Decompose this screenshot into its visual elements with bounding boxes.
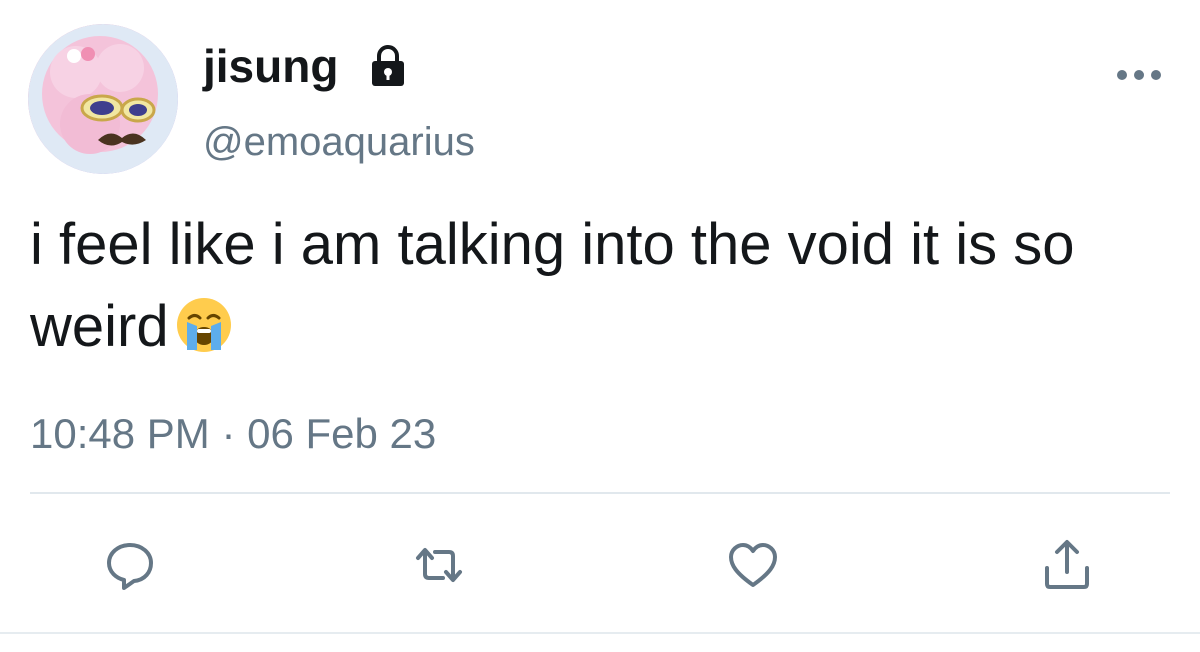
divider bbox=[30, 492, 1170, 494]
retweet-button[interactable] bbox=[412, 538, 466, 592]
tweet-timestamp[interactable]: 10:48 PM · 06 Feb 23 bbox=[30, 408, 436, 460]
share-button[interactable] bbox=[1040, 538, 1094, 592]
tweet-text: i feel like i am talking into the void i… bbox=[30, 204, 1160, 368]
share-icon bbox=[1045, 540, 1089, 589]
avatar[interactable] bbox=[28, 24, 178, 174]
more-icon[interactable] bbox=[1116, 68, 1162, 82]
loudly-crying-face-emoji bbox=[175, 296, 233, 354]
heart-icon bbox=[729, 543, 777, 587]
lock-icon bbox=[372, 45, 404, 86]
retweet-icon bbox=[416, 548, 462, 582]
reply-button[interactable] bbox=[103, 538, 157, 592]
user-handle[interactable]: @emoaquarius bbox=[203, 117, 475, 167]
display-name[interactable]: jisung bbox=[203, 38, 338, 94]
bottom-divider bbox=[0, 632, 1200, 634]
avatar-image bbox=[28, 24, 178, 174]
like-button[interactable] bbox=[726, 538, 780, 592]
reply-icon bbox=[107, 543, 153, 590]
tweet-card: jisung @emoaquarius i feel like i am tal… bbox=[0, 0, 1200, 652]
